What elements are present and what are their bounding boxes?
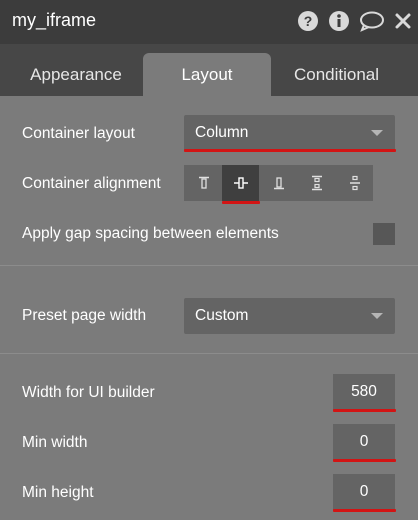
preset-page-width-label: Preset page width [22, 307, 147, 324]
info-icon[interactable] [328, 10, 350, 32]
space-around-button[interactable] [336, 165, 373, 201]
tab-layout[interactable]: Layout [143, 53, 271, 96]
highlight-underline [184, 149, 396, 152]
section-divider [0, 265, 418, 266]
width-ui-builder-label: Width for UI builder [22, 384, 155, 401]
help-icon[interactable]: ? [297, 10, 319, 32]
element-name-title[interactable]: my_iframe [12, 10, 96, 31]
highlight-underline [333, 459, 396, 462]
align-top-icon [198, 176, 209, 189]
align-bottom-button[interactable] [260, 165, 297, 201]
svg-text:?: ? [304, 13, 313, 29]
space-between-icon [311, 175, 322, 191]
alignment-button-group [184, 165, 373, 201]
min-width-label: Min width [22, 434, 88, 451]
close-icon[interactable] [394, 12, 412, 30]
tab-appearance[interactable]: Appearance [0, 53, 152, 96]
property-tabs: Appearance Layout Conditional [0, 44, 418, 96]
align-center-icon [233, 177, 248, 189]
align-bottom-icon [273, 177, 284, 190]
container-layout-dropdown[interactable]: Column [184, 115, 395, 151]
space-around-icon [349, 175, 360, 191]
align-top-button[interactable] [185, 165, 222, 201]
highlight-underline [222, 201, 260, 204]
min-width-input[interactable]: 0 [333, 424, 395, 460]
container-layout-value: Column [195, 124, 249, 141]
width-ui-builder-input[interactable]: 580 [333, 374, 395, 410]
min-height-label: Min height [22, 484, 94, 501]
header-icons: ? [297, 10, 412, 32]
preset-page-width-dropdown[interactable]: Custom [184, 298, 395, 334]
align-center-button[interactable] [222, 165, 259, 201]
gap-spacing-checkbox[interactable] [373, 223, 395, 245]
space-between-button[interactable] [298, 165, 335, 201]
chevron-down-icon [371, 130, 383, 136]
preset-page-width-value: Custom [195, 307, 249, 324]
section-divider [0, 353, 418, 354]
min-height-input[interactable]: 0 [333, 474, 395, 510]
highlight-underline [333, 409, 396, 412]
highlight-underline [333, 509, 396, 512]
panel-header: my_iframe ? [0, 0, 418, 44]
tab-conditional[interactable]: Conditional [271, 53, 402, 96]
chevron-down-icon [371, 313, 383, 319]
container-alignment-label: Container alignment [22, 175, 161, 192]
comment-icon[interactable] [359, 10, 385, 32]
container-layout-label: Container layout [22, 125, 135, 142]
gap-spacing-label: Apply gap spacing between elements [22, 225, 279, 242]
